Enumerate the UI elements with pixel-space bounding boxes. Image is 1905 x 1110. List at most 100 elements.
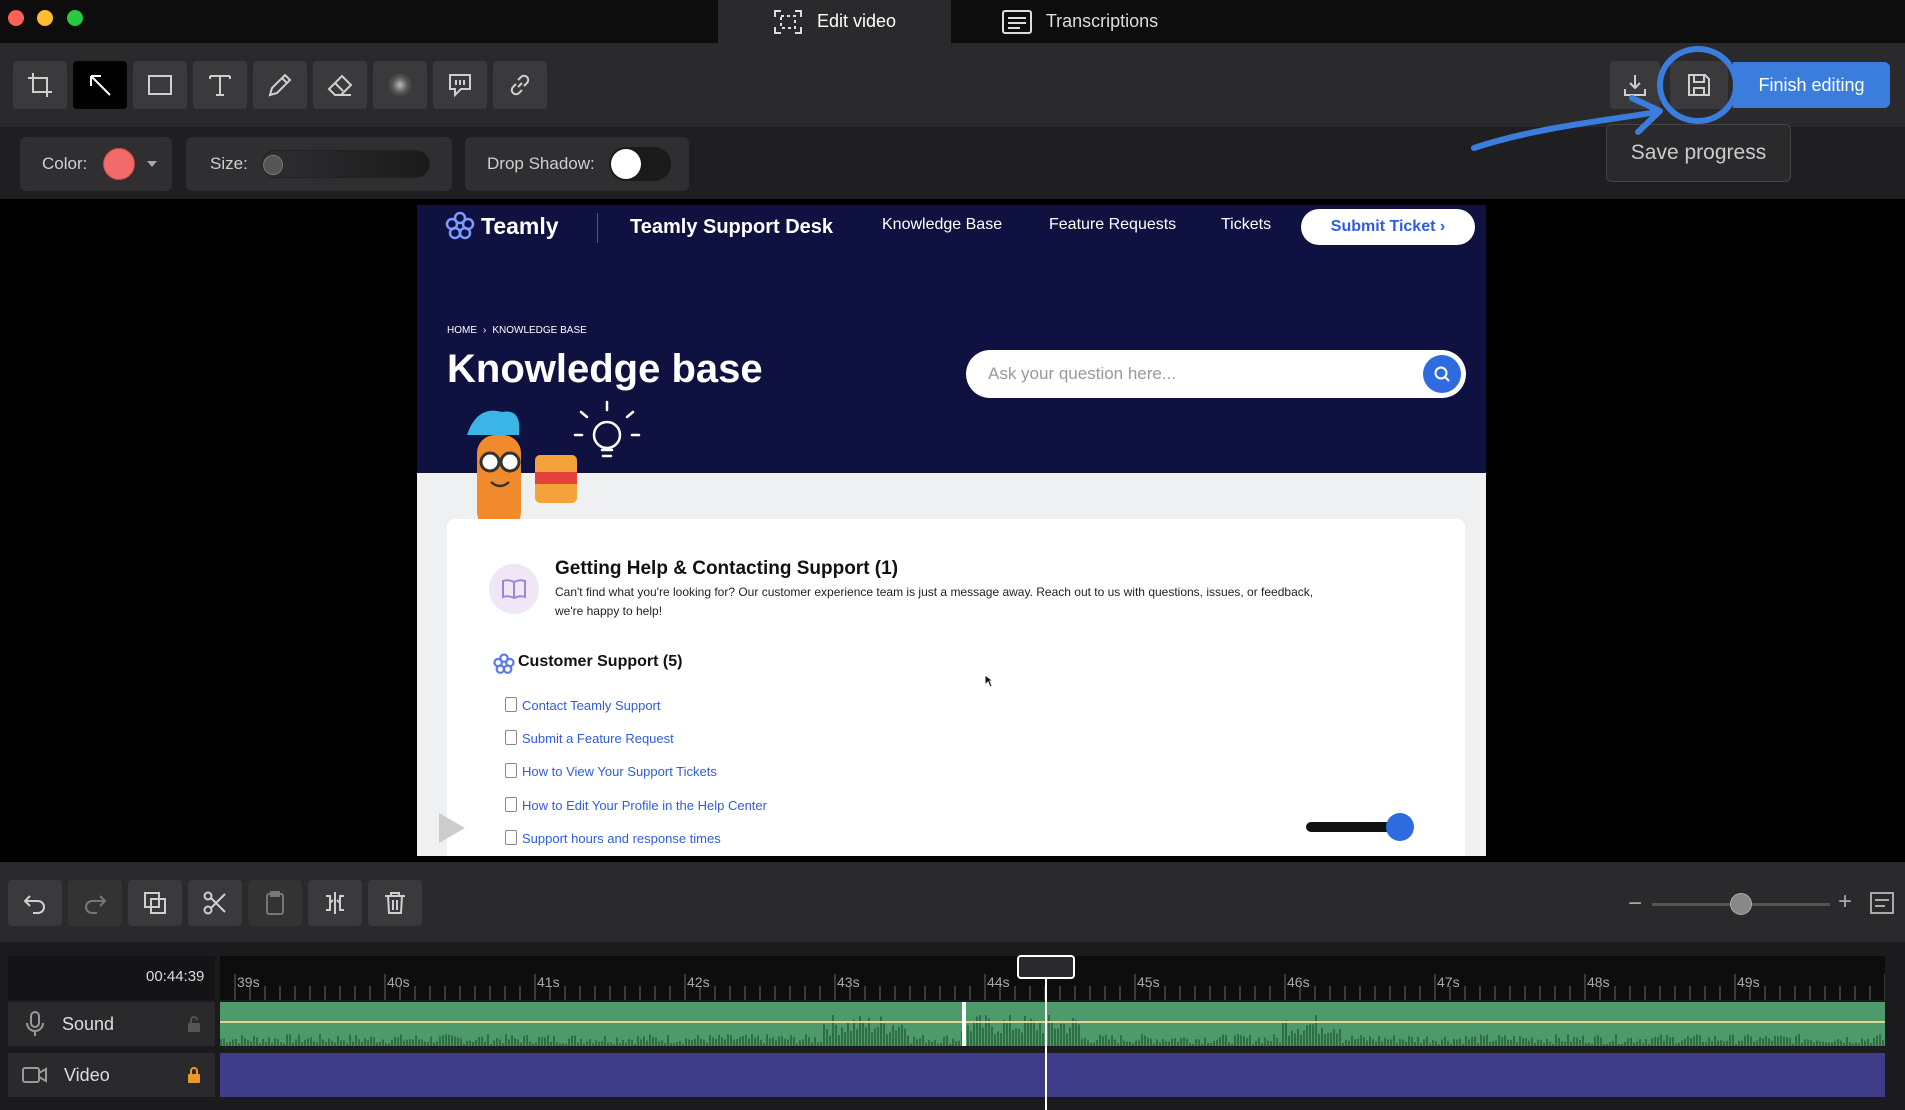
pen-tool-button[interactable] <box>253 61 307 109</box>
ruler-label: 45s <box>1137 974 1160 990</box>
nav-knowledge-base[interactable]: Knowledge Base <box>882 216 1002 234</box>
minimize-window-button[interactable] <box>37 10 53 26</box>
video-track-clip[interactable] <box>220 1053 1885 1097</box>
callout-tool-button[interactable] <box>433 61 487 109</box>
zoom-in-icon[interactable]: + <box>1838 888 1852 916</box>
unlocked-icon[interactable] <box>187 1016 201 1032</box>
app-window: Edit video Transcriptions Finish editing… <box>0 0 1905 1110</box>
teamly-logo: Teamly <box>445 211 559 241</box>
undo-icon <box>23 895 45 914</box>
timeline-panel: 00:44:39 39s 40s 41s 42s 43s 44s 45s 46s… <box>0 942 1905 1110</box>
color-label: Color: <box>42 154 88 173</box>
redo-button[interactable] <box>68 880 122 926</box>
current-time: 00:44:39 <box>146 968 205 985</box>
title-bar: Edit video Transcriptions <box>0 0 1905 43</box>
page-heading: Knowledge base <box>447 347 763 391</box>
section-description-line-1: Can't find what you're looking for? Our … <box>555 585 1314 599</box>
video-play-icon[interactable] <box>439 813 465 843</box>
volume-slider[interactable] <box>1306 813 1414 841</box>
tab-edit-video-label: Edit video <box>816 11 897 31</box>
arrow-tool-button[interactable] <box>73 61 127 109</box>
camera-icon <box>22 1067 47 1083</box>
article-link[interactable]: Submit a Feature Request <box>522 731 674 746</box>
sound-track-clip[interactable] <box>220 1002 1885 1046</box>
size-slider[interactable] <box>261 150 430 178</box>
search-box[interactable]: Ask your question here... <box>966 350 1466 398</box>
microphone-icon <box>26 1011 44 1036</box>
color-swatch[interactable] <box>103 148 136 180</box>
cut-button[interactable] <box>188 880 242 926</box>
eraser-icon <box>327 74 353 96</box>
section-title[interactable]: Getting Help & Contacting Support (1) <box>555 558 898 580</box>
split-button[interactable] <box>308 880 362 926</box>
toggle-knob[interactable] <box>610 149 641 179</box>
locked-icon[interactable] <box>187 1067 201 1083</box>
ruler-label: 43s <box>837 974 860 990</box>
ruler-label: 40s <box>387 974 410 990</box>
volume-envelope-line <box>220 1021 1885 1023</box>
size-option: Size: <box>186 137 452 191</box>
video-track-name: Video <box>64 1064 110 1085</box>
clipboard-icon <box>266 891 284 915</box>
zoom-out-icon[interactable]: − <box>1628 890 1642 918</box>
rectangle-tool-button[interactable] <box>133 61 187 109</box>
ruler-label: 42s <box>687 974 710 990</box>
video-preview[interactable]: Teamly Teamly Support Desk Knowledge Bas… <box>417 205 1486 856</box>
article-link[interactable]: Support hours and response times <box>522 831 721 846</box>
submit-ticket-button[interactable]: Submit Ticket › <box>1301 209 1475 245</box>
ruler-label: 39s <box>237 974 260 990</box>
blur-tool-button[interactable] <box>373 61 427 109</box>
ruler-label: 47s <box>1437 974 1460 990</box>
paste-button[interactable] <box>248 880 302 926</box>
fit-timeline-icon[interactable] <box>1870 892 1894 914</box>
crop-frame-icon <box>773 9 802 34</box>
article-link[interactable]: How to Edit Your Profile in the Help Cen… <box>522 798 767 813</box>
playhead-handle[interactable] <box>1017 955 1075 979</box>
track-label-video[interactable]: Video <box>8 1053 215 1097</box>
category-title[interactable]: Customer Support (5) <box>518 653 682 671</box>
playhead[interactable] <box>1045 956 1047 1110</box>
clip-split-marker[interactable] <box>962 1002 966 1046</box>
breadcrumb-current: KNOWLEDGE BASE <box>492 325 587 336</box>
tab-edit-video[interactable]: Edit video <box>718 0 951 43</box>
pen-icon <box>268 73 292 97</box>
nav-feature-requests[interactable]: Feature Requests <box>1049 216 1176 234</box>
article-link[interactable]: Contact Teamly Support <box>522 698 661 713</box>
track-label-sound[interactable]: Sound <box>8 1002 215 1046</box>
size-slider-handle[interactable] <box>262 155 283 175</box>
text-tool-button[interactable] <box>193 61 247 109</box>
audio-waveform <box>220 1014 1884 1046</box>
search-button[interactable] <box>1423 355 1461 393</box>
zoom-slider-handle[interactable] <box>1730 893 1752 915</box>
crop-icon <box>28 73 52 97</box>
rectangle-icon <box>148 75 172 95</box>
link-icon <box>510 74 530 96</box>
article-link[interactable]: How to View Your Support Tickets <box>522 764 717 779</box>
volume-slider-handle[interactable] <box>1386 813 1414 841</box>
nav-tickets[interactable]: Tickets <box>1221 216 1271 234</box>
close-window-button[interactable] <box>8 10 24 26</box>
search-icon <box>1434 366 1450 382</box>
callout-icon <box>449 74 471 98</box>
ruler-label: 49s <box>1737 974 1760 990</box>
duplicate-button[interactable] <box>128 880 182 926</box>
breadcrumb-home[interactable]: HOME <box>447 325 477 336</box>
text-icon <box>209 75 231 96</box>
ruler-label: 46s <box>1287 974 1310 990</box>
color-option[interactable]: Color: <box>20 137 172 191</box>
drop-shadow-option: Drop Shadow: <box>465 137 689 191</box>
zoom-slider[interactable] <box>1652 893 1830 915</box>
eraser-tool-button[interactable] <box>313 61 367 109</box>
book-icon <box>489 564 539 614</box>
delete-button[interactable] <box>368 880 422 926</box>
scissors-icon <box>203 891 226 915</box>
maximize-window-button[interactable] <box>67 10 83 26</box>
tab-transcriptions[interactable]: Transcriptions <box>980 0 1180 43</box>
undo-button[interactable] <box>8 880 62 926</box>
chevron-down-icon[interactable] <box>147 161 158 167</box>
drop-shadow-toggle[interactable] <box>608 147 671 181</box>
link-tool-button[interactable] <box>493 61 547 109</box>
redo-icon <box>85 895 107 914</box>
crop-tool-button[interactable] <box>13 61 67 109</box>
document-icon <box>505 830 517 845</box>
